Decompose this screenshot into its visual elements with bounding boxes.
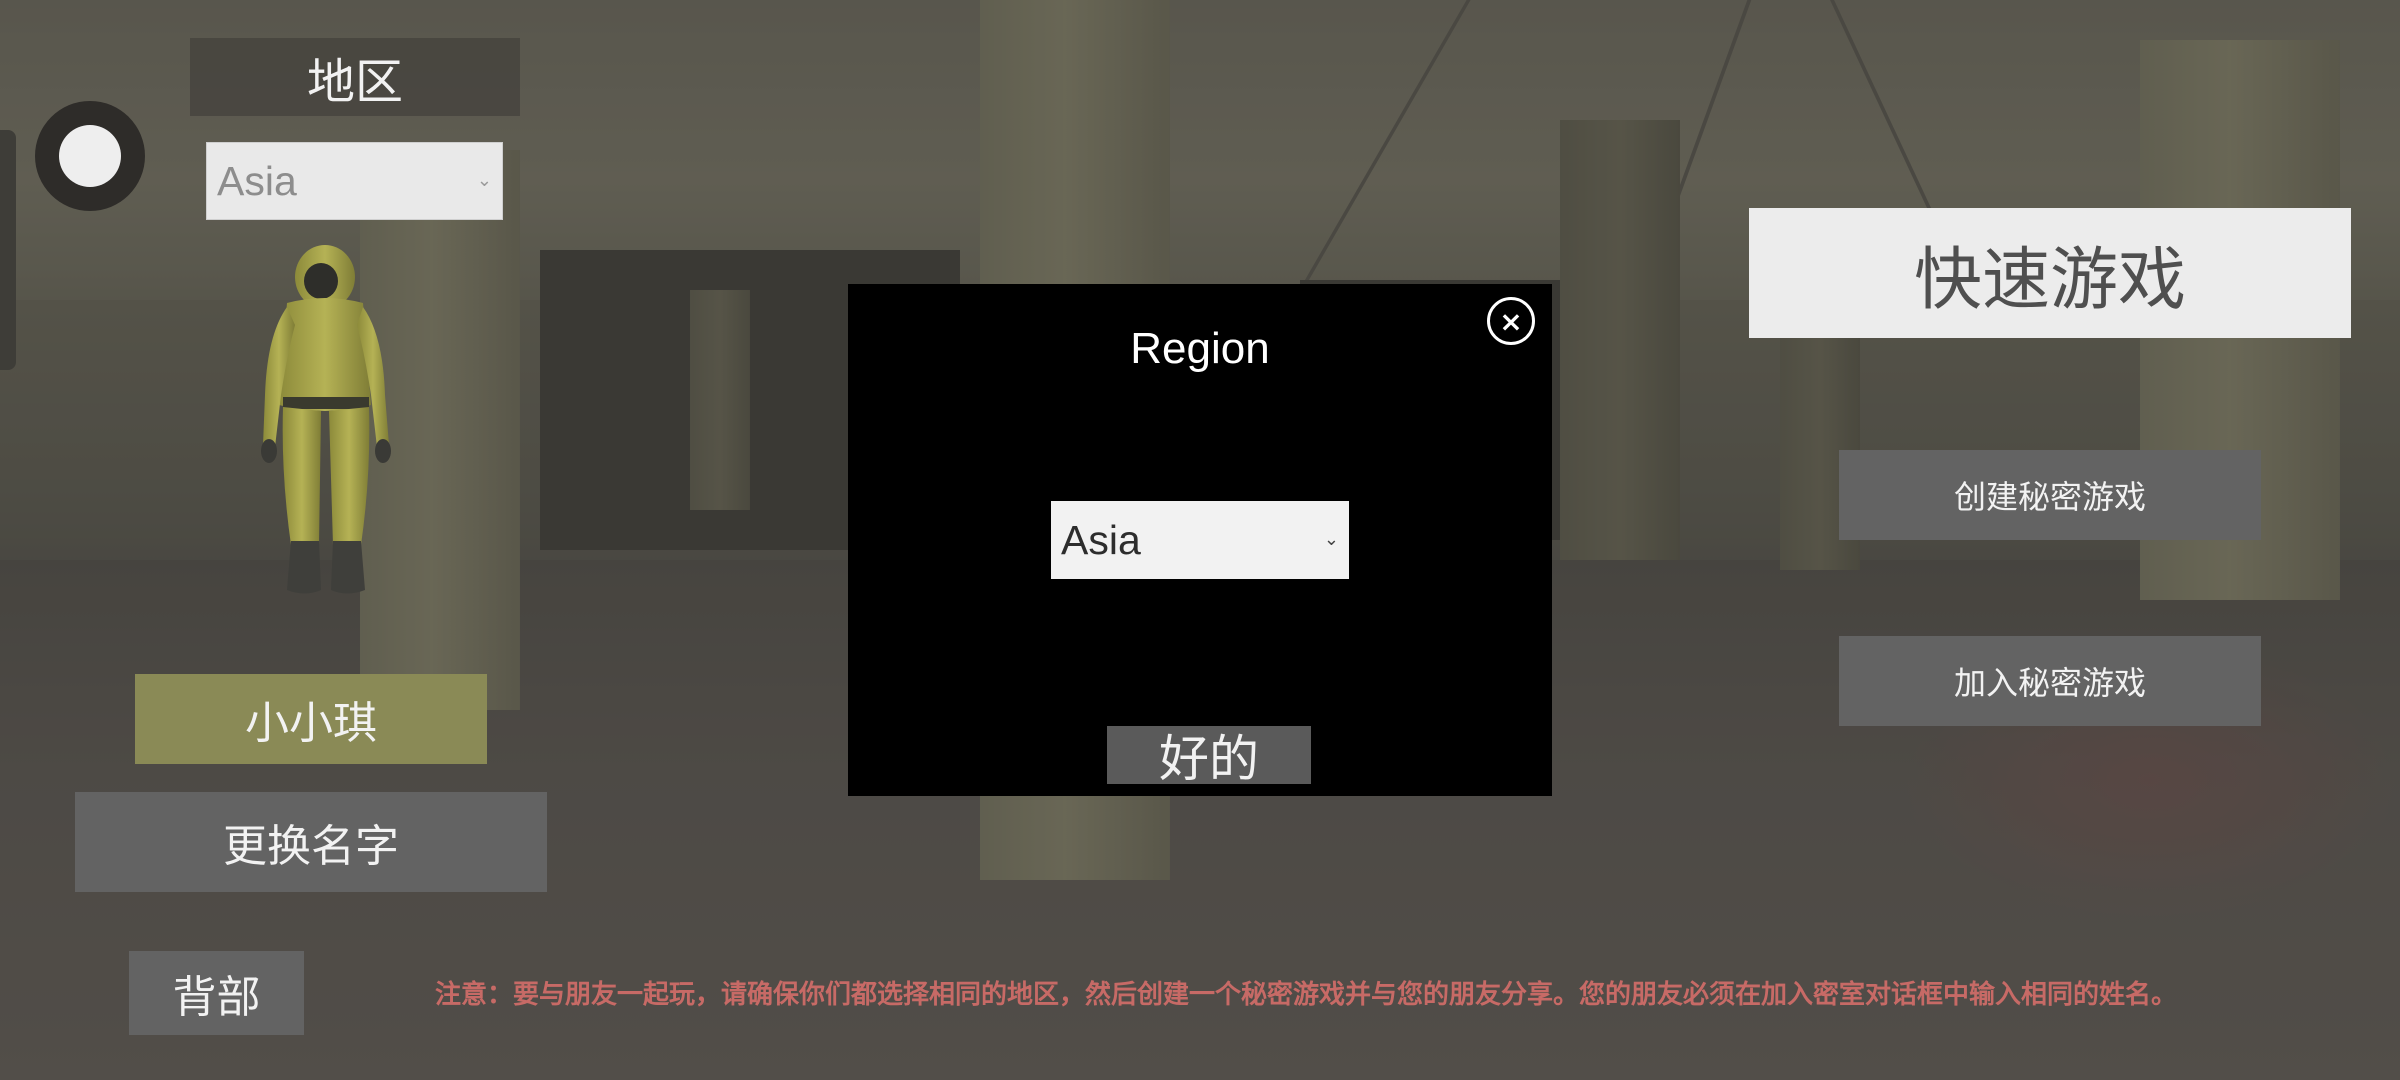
region-select[interactable]: Asia ⌄ [206,142,503,220]
dialog-title: Region [1130,324,1270,373]
side-drawer-handle[interactable] [0,130,16,370]
notice-text: 注意：要与朋友一起玩，请确保你们都选择相同的地区，然后创建一个秘密游戏并与您的朋… [435,980,2178,1010]
joystick-knob[interactable] [59,125,121,187]
chevron-down-icon: ⌄ [476,170,492,191]
quick-play-button[interactable]: 快速游戏 [1749,208,2351,338]
player-name: 小小琪 [135,674,487,764]
chevron-down-icon: ⌄ [1323,529,1339,550]
region-title: 地区 [190,38,520,116]
region-dialog: × Region Asia ⌄ 好的 [848,284,1552,796]
ok-button[interactable]: 好的 [1107,726,1311,788]
virtual-joystick-icon[interactable] [35,101,145,211]
join-private-game-button[interactable]: 加入秘密游戏 [1839,636,2261,726]
back-button[interactable]: 背部 [129,951,304,1035]
dialog-region-select[interactable]: Asia ⌄ [1051,501,1349,579]
dialog-region-select-value: Asia [1061,517,1141,563]
hazmat-character [261,245,391,594]
change-name-button[interactable]: 更换名字 [75,792,547,892]
region-select-value: Asia [217,158,297,204]
create-private-game-button[interactable]: 创建秘密游戏 [1839,450,2261,540]
